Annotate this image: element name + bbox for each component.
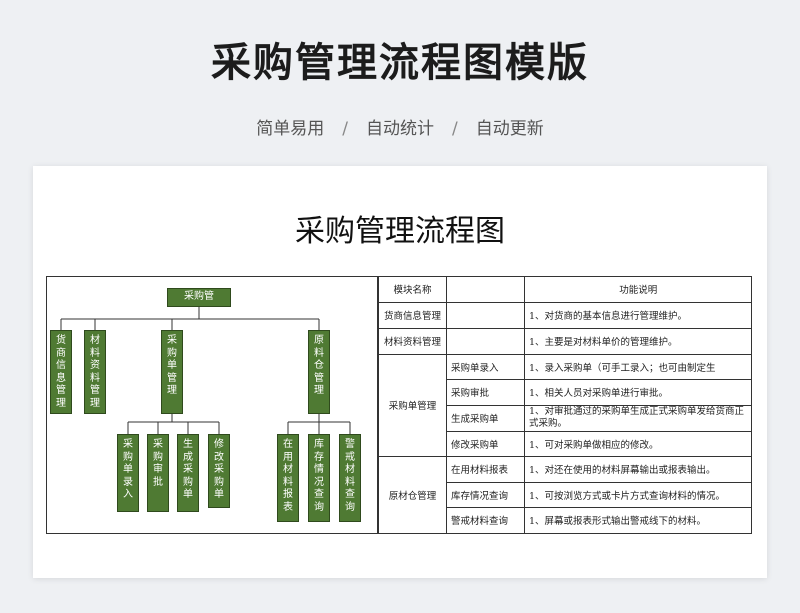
org-leaf-stock-query: 库存情况查询: [308, 434, 330, 522]
table-row: 材料资料管理 1、主要是对材料单价的管理维护。: [378, 327, 752, 355]
document-card: 采购管理流程图 采购管 货商信息管理 材料资料管理 采购单管理 原料仓管理 采购…: [33, 166, 767, 578]
org-node-supplier: 货商信息管理: [50, 330, 72, 414]
org-node-warehouse: 原料仓管理: [308, 330, 330, 414]
org-leaf-generate: 生成采购单: [177, 434, 199, 512]
tag-auto-update: 自动更新: [475, 119, 544, 139]
page-title: 采购管理流程图模版: [211, 40, 589, 86]
org-chart: 采购管 货商信息管理 材料资料管理 采购单管理 原料仓管理 采购单录入 采购审批…: [47, 277, 378, 533]
document-title: 采购管理流程图: [295, 214, 505, 249]
table-header-row: 模块名称 功能说明: [378, 277, 752, 303]
org-leaf-approval: 采购审批: [147, 434, 169, 512]
table-row: 原材仓管理 在用材料报表 1、对还在使用的材料屏幕输出或报表输出。: [378, 455, 752, 534]
header-module: 模块名称: [378, 277, 447, 303]
org-root-purchase: 采购管: [167, 288, 231, 307]
tag-auto-stat: 自动统计: [366, 119, 434, 139]
org-leaf-order-entry: 采购单录入: [117, 434, 139, 512]
tag-easy: 简单易用: [256, 119, 325, 139]
feature-tags: 简单易用 / 自动统计 / 自动更新: [0, 114, 800, 139]
function-table: 模块名称 功能说明 货商信息管理 1、对货商的基本信息进行管理维护。 材料资料管…: [378, 277, 752, 534]
table-row: 货商信息管理 1、对货商的基本信息进行管理维护。: [378, 301, 752, 329]
tag-separator: /: [342, 119, 348, 139]
org-leaf-alert-query: 警戒材料查询: [339, 434, 361, 522]
org-leaf-modify: 修改采购单: [208, 434, 230, 508]
org-leaf-in-use-report: 在用材料报表: [277, 434, 299, 522]
org-node-purchase-order: 采购单管理: [161, 330, 183, 414]
table-row: 采购单管理 采购单录入 1、录入采购单（可手工录入；也可由制定生: [378, 353, 752, 457]
tag-separator: /: [452, 119, 458, 139]
header-function: 功能说明: [524, 277, 752, 303]
org-node-material: 材料资料管理: [84, 330, 106, 414]
flowchart-sheet: 采购管 货商信息管理 材料资料管理 采购单管理 原料仓管理 采购单录入 采购审批…: [46, 276, 752, 534]
